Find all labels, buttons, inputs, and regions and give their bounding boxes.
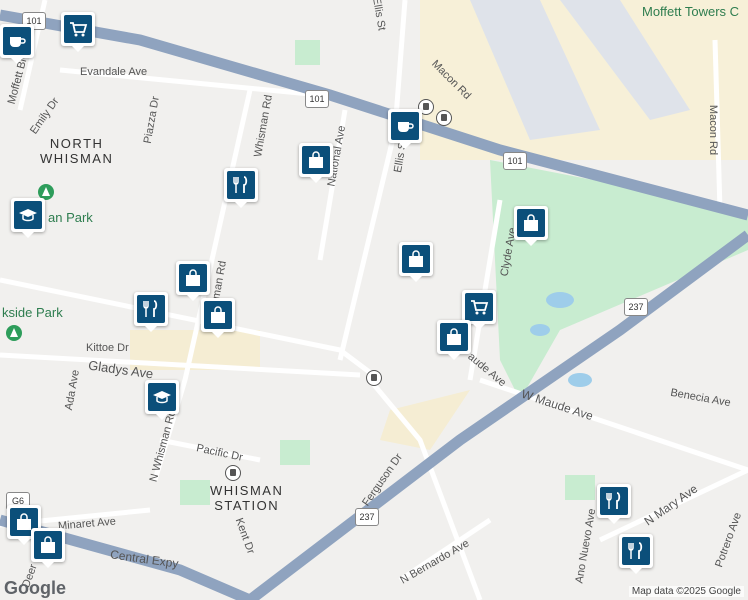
poi-marker-cafe[interactable] [388,109,422,149]
restaurant-icon [227,171,255,199]
area-north-whisman-line1: NORTH [49,136,104,151]
school-icon [14,201,42,229]
pond [546,292,574,308]
shopping-icon [34,531,62,559]
shopping-icon [402,245,430,273]
poi-marker-shopping[interactable] [437,320,471,360]
place-kside-park: kside Park [2,305,63,320]
google-logo: Google [4,578,66,598]
place-moffett-towers: Moffett Towers C [642,4,740,19]
pond-3 [568,373,592,387]
park-icon [6,325,22,341]
poi-marker-restaurant[interactable] [134,292,168,332]
transit-station-icon[interactable] [436,110,452,126]
street-label-kittoe-dr: Kittoe Dr [86,342,129,354]
transit-station-icon[interactable] [366,370,382,386]
poi-marker-shopping[interactable] [201,298,235,338]
map-canvas[interactable]: NORTH WHISMAN WHISMAN STATION Moffett To… [0,0,748,600]
pond-2 [530,324,550,336]
cafe-icon [3,27,31,55]
poi-marker-school[interactable] [11,198,45,238]
area-north-whisman: NORTH WHISMAN [40,136,113,166]
poi-marker-shopping[interactable] [176,261,210,301]
poi-marker-shopping[interactable] [399,242,433,282]
grocery-icon [465,293,493,321]
highway-shield-101: 101 [503,152,527,170]
poi-marker-grocery[interactable] [61,12,95,52]
poi-marker-shopping[interactable] [514,206,548,246]
place-an-park: an Park [48,210,93,225]
cafe-icon [391,112,419,140]
restaurant-icon [137,295,165,323]
poi-marker-restaurant[interactable] [224,168,258,208]
area-north-whisman-line2: WHISMAN [40,151,114,166]
restaurant-icon [600,487,628,515]
park-patch [295,40,320,65]
school-icon [148,383,176,411]
shopping-icon [302,146,330,174]
poi-marker-shopping[interactable] [299,143,333,183]
poi-marker-shopping[interactable] [31,528,65,568]
grocery-icon [64,15,92,43]
shopping-icon [179,264,207,292]
poi-marker-restaurant[interactable] [619,534,653,574]
golf-course-park [490,160,748,400]
poi-marker-school[interactable] [145,380,179,420]
park-patch-4 [565,475,595,500]
street-label-evandale-ave: Evandale Ave [80,66,148,78]
map-attribution[interactable]: Map data ©2025 Google [628,586,744,597]
highway-shield-237: 237 [355,508,379,526]
park-patch-2 [280,440,310,465]
area-whisman-station-line1: WHISMAN [210,483,284,498]
shopping-icon [440,323,468,351]
area-whisman-station-line2: STATION [214,498,280,513]
highway-shield-237: 237 [624,298,648,316]
shopping-icon [204,301,232,329]
poi-marker-cafe[interactable] [0,24,34,64]
highway-shield-101: 101 [305,90,329,108]
street-label-macon-rd-right: Macon Rd [707,104,720,156]
poi-marker-restaurant[interactable] [597,484,631,524]
restaurant-icon [622,537,650,565]
poi-marker-grocery[interactable] [462,290,496,330]
park-patch-3 [180,480,210,505]
shopping-icon [517,209,545,237]
transit-station-icon[interactable] [225,465,241,481]
area-whisman-station: WHISMAN STATION [210,483,283,513]
street-ellis [337,0,408,361]
